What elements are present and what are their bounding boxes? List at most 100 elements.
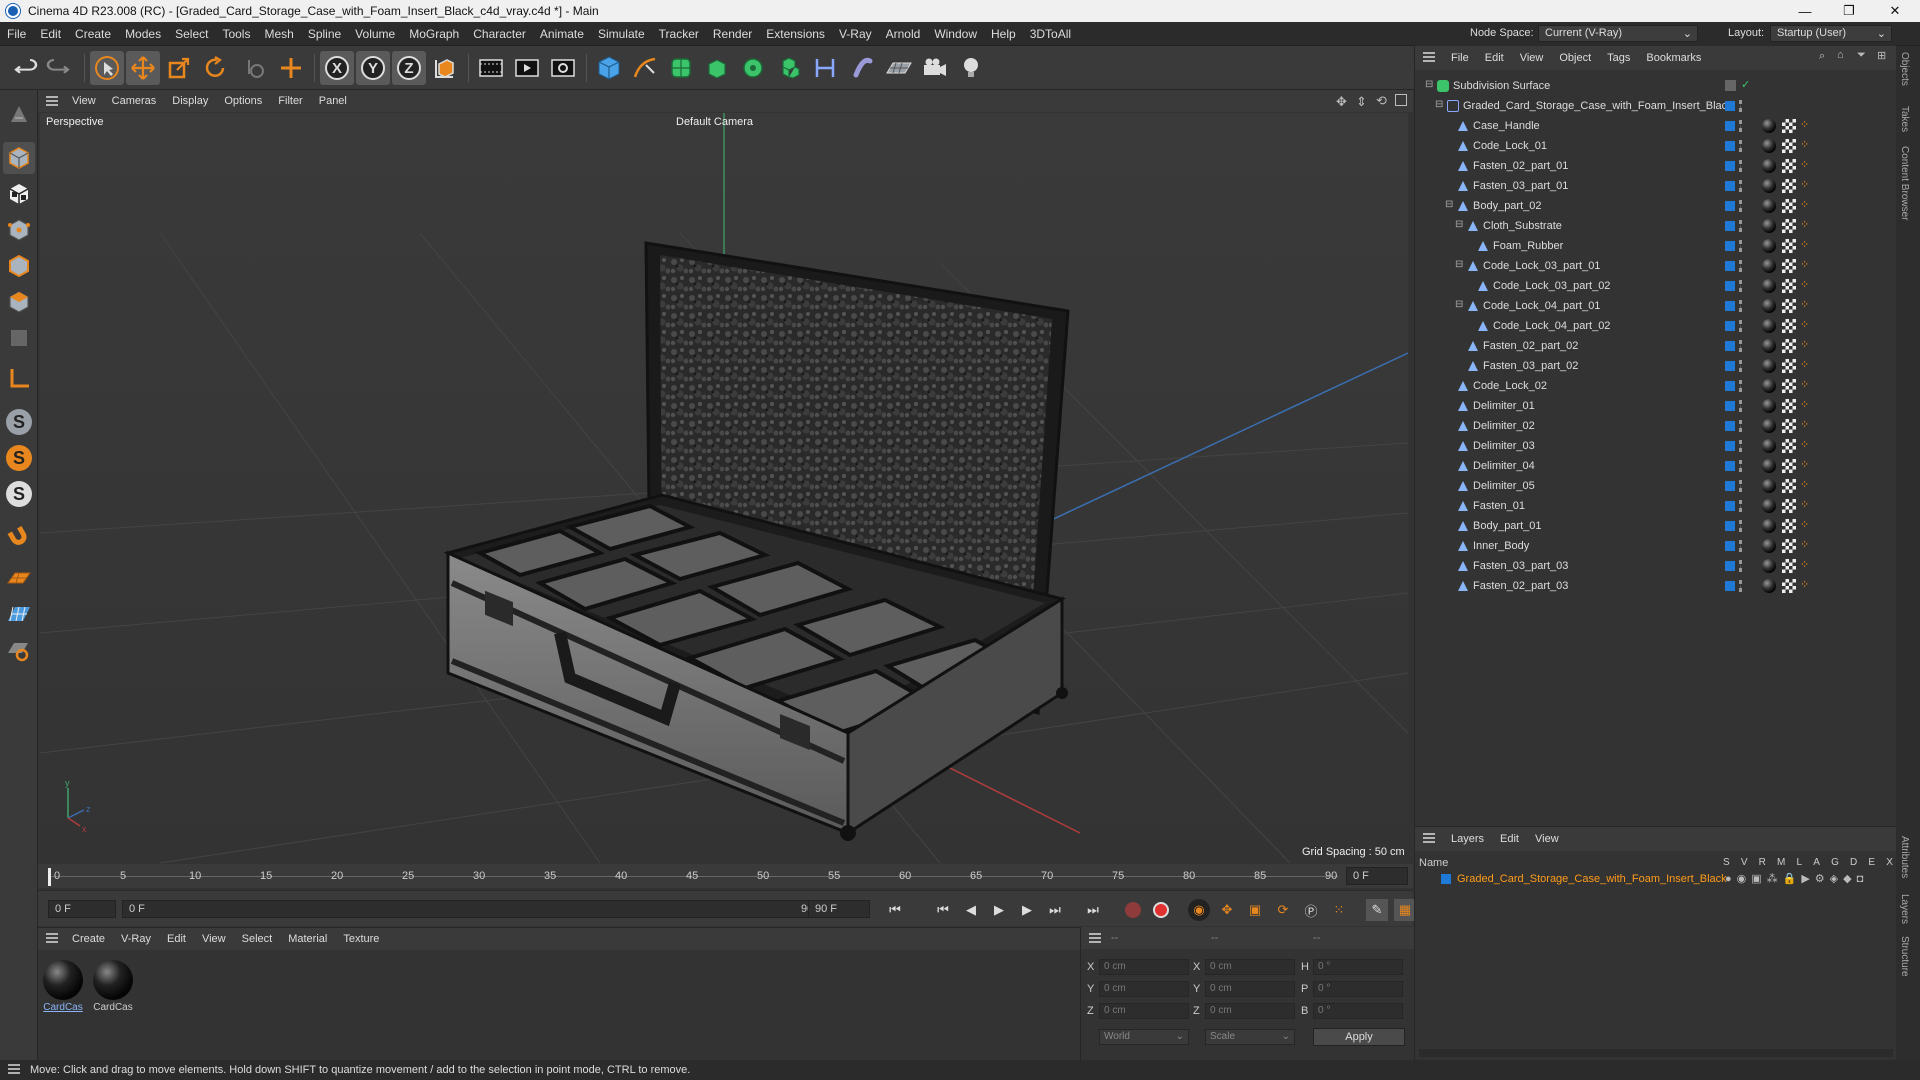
visibility-dots-icon[interactable] bbox=[1739, 400, 1743, 412]
next-frame-icon[interactable]: ▶ bbox=[1016, 899, 1038, 921]
material-tag-icon[interactable] bbox=[1762, 539, 1776, 553]
material-menu-view[interactable]: View bbox=[194, 933, 234, 945]
visibility-dots-icon[interactable] bbox=[1739, 460, 1743, 472]
object-row[interactable]: Fasten_02_part_01 ⁘ bbox=[1415, 156, 1897, 176]
apply-button[interactable]: Apply bbox=[1313, 1028, 1405, 1046]
maximize-button[interactable]: ❐ bbox=[1826, 0, 1872, 22]
magnet-tool-icon[interactable] bbox=[3, 520, 35, 552]
record-keys-icon[interactable] bbox=[1122, 899, 1144, 921]
material-menu-vray[interactable]: V-Ray bbox=[113, 933, 159, 945]
layer-color-swatch[interactable] bbox=[1725, 461, 1735, 471]
layer-color-swatch[interactable] bbox=[1725, 441, 1735, 451]
layer-color-swatch[interactable] bbox=[1725, 581, 1735, 591]
material-menu-edit[interactable]: Edit bbox=[159, 933, 194, 945]
object-row[interactable]: ⊟ Graded_Card_Storage_Case_with_Foam_Inse… bbox=[1415, 96, 1897, 116]
locked-workplane-icon[interactable] bbox=[3, 634, 35, 666]
visibility-dots-icon[interactable] bbox=[1739, 120, 1743, 132]
selection-tag-icon[interactable]: ⁘ bbox=[1800, 178, 1812, 192]
selection-tag-icon[interactable]: ⁘ bbox=[1800, 298, 1812, 312]
layer-color-swatch[interactable] bbox=[1725, 101, 1735, 111]
layer-color-swatch[interactable] bbox=[1441, 874, 1451, 884]
axis-mode-icon[interactable] bbox=[3, 362, 35, 394]
visibility-dots-icon[interactable] bbox=[1739, 280, 1743, 292]
object-row[interactable]: Delimiter_02 ⁘ bbox=[1415, 416, 1897, 436]
object-row[interactable]: Delimiter_03 ⁘ bbox=[1415, 436, 1897, 456]
edges-mode-icon[interactable] bbox=[3, 250, 35, 282]
object-row[interactable]: Fasten_01 ⁘ bbox=[1415, 496, 1897, 516]
menu-modes[interactable]: Modes bbox=[118, 27, 168, 41]
viewport-menu-filter[interactable]: Filter bbox=[270, 95, 310, 107]
uvw-tag-icon[interactable] bbox=[1782, 219, 1796, 233]
menu-simulate[interactable]: Simulate bbox=[591, 27, 652, 41]
viewport-maximize-icon[interactable] bbox=[1395, 94, 1407, 106]
visibility-dots-icon[interactable] bbox=[1739, 240, 1743, 252]
uvw-tag-icon[interactable] bbox=[1782, 199, 1796, 213]
layer-color-swatch[interactable] bbox=[1725, 301, 1735, 311]
menu-character[interactable]: Character bbox=[466, 27, 533, 41]
uvw-tag-icon[interactable] bbox=[1782, 259, 1796, 273]
selection-tag-icon[interactable]: ⁘ bbox=[1800, 578, 1812, 592]
render-view-icon[interactable] bbox=[474, 51, 508, 85]
viewport-menu-display[interactable]: Display bbox=[164, 95, 216, 107]
object-row[interactable]: Code_Lock_04_part_02 ⁘ bbox=[1415, 316, 1897, 336]
quantize-snap-icon[interactable]: S bbox=[3, 478, 35, 510]
visibility-dots-icon[interactable] bbox=[1739, 200, 1743, 212]
light-object-icon[interactable] bbox=[954, 51, 988, 85]
workplane-icon[interactable] bbox=[3, 562, 35, 594]
layer-menu-edit[interactable]: Edit bbox=[1492, 833, 1527, 845]
uvw-tag-icon[interactable] bbox=[1782, 579, 1796, 593]
viewport-menu-view[interactable]: View bbox=[64, 95, 104, 107]
go-to-start-icon[interactable]: ⏮ bbox=[884, 899, 906, 921]
layer-color-swatch[interactable] bbox=[1725, 501, 1735, 511]
material-tag-icon[interactable] bbox=[1762, 519, 1776, 533]
new-window-icon[interactable]: ⊞ bbox=[1877, 49, 1886, 62]
object-menu-file[interactable]: File bbox=[1443, 52, 1477, 64]
layer-color-swatch[interactable] bbox=[1725, 281, 1735, 291]
autokey-icon[interactable] bbox=[1150, 899, 1172, 921]
polygons-mode-icon[interactable] bbox=[3, 286, 35, 318]
visibility-dots-icon[interactable] bbox=[1739, 160, 1743, 172]
viewport-menu-options[interactable]: Options bbox=[216, 95, 270, 107]
hamburger-menu-icon[interactable] bbox=[0, 1063, 30, 1078]
menu-tracker[interactable]: Tracker bbox=[652, 27, 706, 41]
uvw-tag-icon[interactable] bbox=[1782, 379, 1796, 393]
visibility-dots-icon[interactable] bbox=[1739, 360, 1743, 372]
material-tag-icon[interactable] bbox=[1762, 159, 1776, 173]
visibility-dots-icon[interactable] bbox=[1739, 340, 1743, 352]
previous-key-icon[interactable]: ⏮ bbox=[932, 899, 954, 921]
object-row[interactable]: ⊟ Subdivision Surface ✓ bbox=[1415, 76, 1897, 96]
menu-extensions[interactable]: Extensions bbox=[759, 27, 832, 41]
visibility-dots-icon[interactable] bbox=[1739, 180, 1743, 192]
material-menu-material[interactable]: Material bbox=[280, 933, 335, 945]
object-row[interactable]: Fasten_03_part_01 ⁘ bbox=[1415, 176, 1897, 196]
key-scale-icon[interactable]: ▣ bbox=[1244, 899, 1266, 921]
selection-tag-icon[interactable]: ⁘ bbox=[1800, 478, 1812, 492]
key-pla-icon[interactable]: ⁙ bbox=[1328, 899, 1350, 921]
object-row[interactable]: Delimiter_04 ⁘ bbox=[1415, 456, 1897, 476]
object-row[interactable]: ⊟ Body_part_02 ⁘ bbox=[1415, 196, 1897, 216]
viewport-rotate-icon[interactable]: ⟲ bbox=[1376, 93, 1387, 109]
side-tab-takes[interactable]: Takes bbox=[1899, 106, 1910, 132]
uvw-tag-icon[interactable] bbox=[1782, 359, 1796, 373]
selection-tag-icon[interactable]: ⁘ bbox=[1800, 398, 1812, 412]
uvw-tag-icon[interactable] bbox=[1782, 339, 1796, 353]
rotation-h-field[interactable]: 0 ° bbox=[1313, 959, 1403, 975]
layer-color-swatch[interactable] bbox=[1725, 321, 1735, 331]
key-rotation-icon[interactable]: ⟳ bbox=[1272, 899, 1294, 921]
visibility-dots-icon[interactable] bbox=[1739, 440, 1743, 452]
object-row[interactable]: ⊟ Cloth_Substrate ⁘ bbox=[1415, 216, 1897, 236]
size-y-field[interactable]: 0 cm bbox=[1205, 981, 1295, 997]
selection-tag-icon[interactable]: ⁘ bbox=[1800, 258, 1812, 272]
workplane-grid-icon[interactable] bbox=[3, 598, 35, 630]
material-tag-icon[interactable] bbox=[1762, 439, 1776, 453]
object-row[interactable]: Fasten_03_part_03 ⁘ bbox=[1415, 556, 1897, 576]
uvw-tag-icon[interactable] bbox=[1782, 139, 1796, 153]
selection-tag-icon[interactable]: ⁘ bbox=[1800, 498, 1812, 512]
visibility-dots-icon[interactable] bbox=[1739, 260, 1743, 272]
menu-edit[interactable]: Edit bbox=[33, 27, 68, 41]
side-tab-structure[interactable]: Structure bbox=[1899, 936, 1910, 977]
expand-toggle-icon[interactable]: ⊟ bbox=[1455, 219, 1463, 230]
menu-spline[interactable]: Spline bbox=[301, 27, 348, 41]
material-tag-icon[interactable] bbox=[1762, 499, 1776, 513]
start-frame-field[interactable]: 0 F bbox=[48, 900, 116, 918]
